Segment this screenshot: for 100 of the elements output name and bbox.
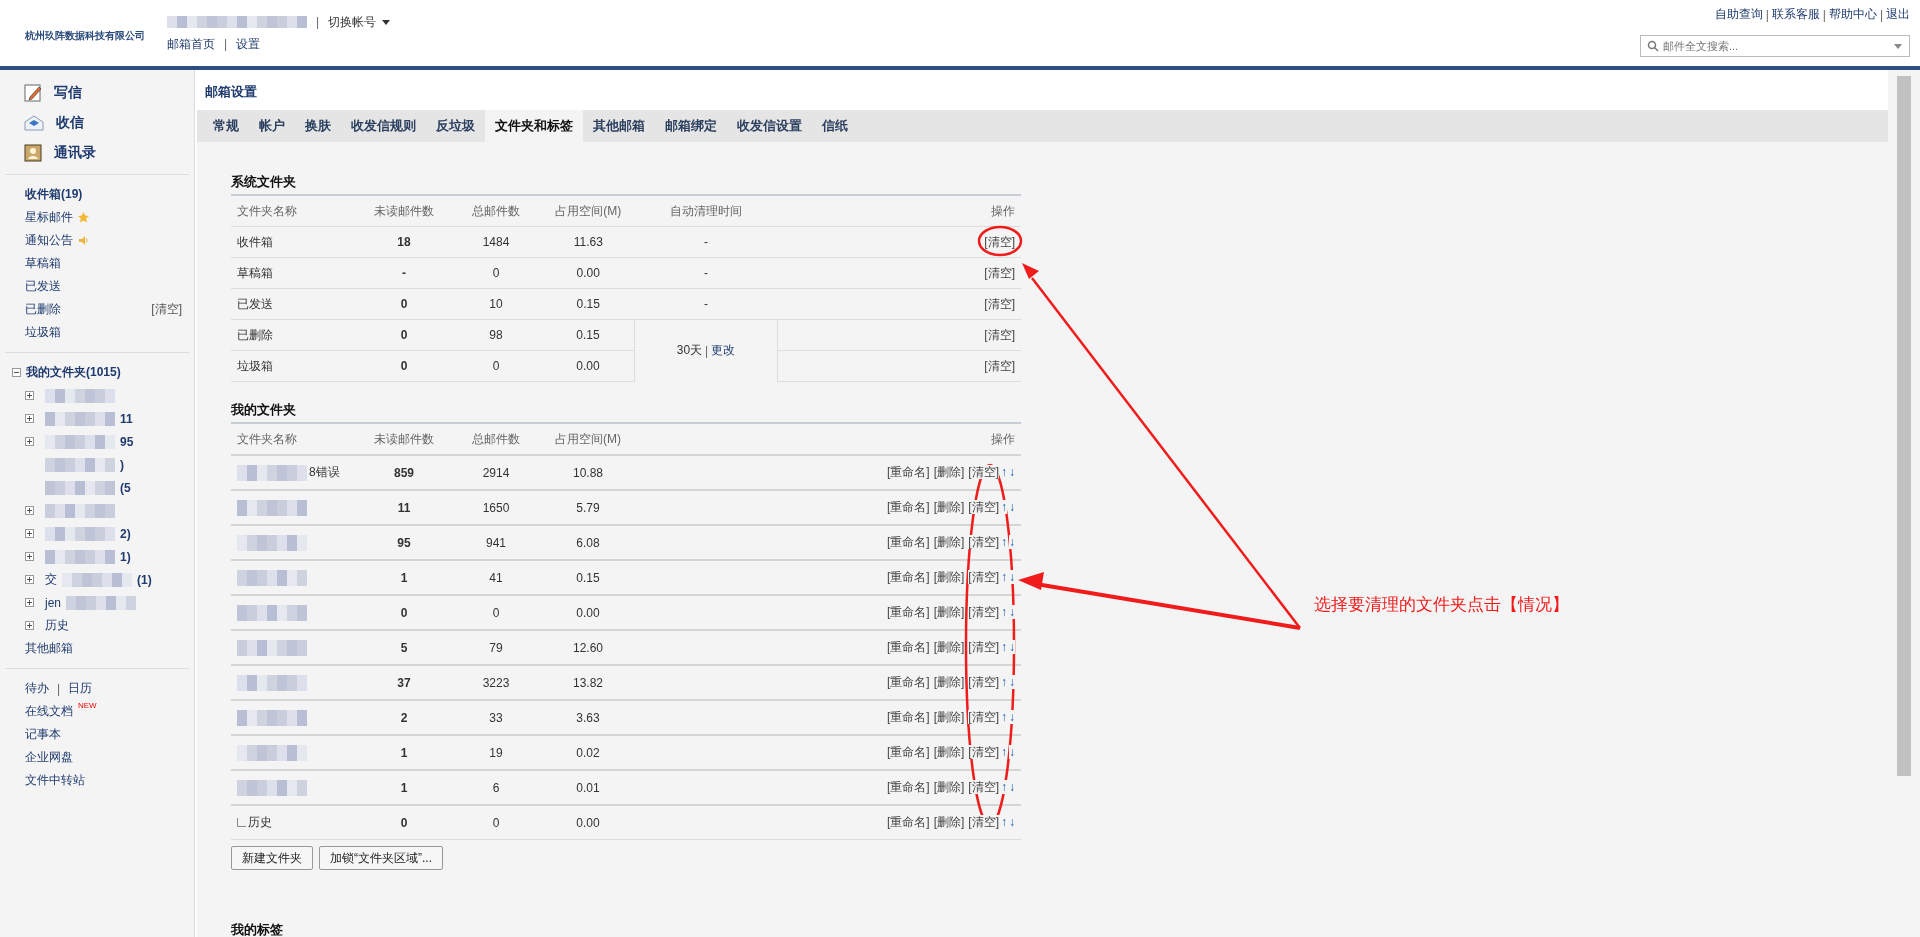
clear-link[interactable]: [清空]: [984, 327, 1015, 342]
action-link[interactable]: [重命名]: [887, 745, 930, 759]
settings-tab[interactable]: 换肤: [295, 110, 341, 142]
action-link[interactable]: [重命名]: [887, 780, 930, 794]
action-link[interactable]: [删除]: [933, 815, 965, 829]
top-link[interactable]: 自助查询: [1714, 6, 1763, 23]
action-link[interactable]: [清空]: [968, 535, 999, 549]
action-link[interactable]: [重命名]: [887, 500, 930, 514]
action-link[interactable]: [重命名]: [887, 465, 930, 479]
expand-icon[interactable]: [25, 552, 34, 561]
clear-link[interactable]: [清空]: [151, 301, 182, 318]
sidebar-action[interactable]: 收信: [24, 108, 194, 138]
action-link[interactable]: [删除]: [933, 465, 965, 479]
expand-icon[interactable]: [25, 506, 34, 515]
folder-link[interactable]: 星标邮件: [25, 209, 73, 226]
clear-link[interactable]: [清空]: [984, 358, 1015, 373]
expand-icon[interactable]: [25, 575, 34, 584]
settings-tab[interactable]: 帐户: [249, 110, 295, 142]
action-link[interactable]: [清空]: [968, 710, 999, 724]
company-logo[interactable]: 杭州玖阵数据科技有限公司: [25, 29, 145, 43]
action-link[interactable]: [清空]: [968, 815, 999, 829]
table-cell: 10: [450, 288, 542, 320]
action-link[interactable]: [清空]: [968, 500, 999, 514]
action-link[interactable]: [清空]: [968, 605, 999, 619]
action-link[interactable]: [删除]: [933, 745, 965, 759]
clear-link[interactable]: [清空]: [984, 296, 1015, 311]
top-link[interactable]: 帮助中心: [1828, 6, 1877, 23]
expand-icon[interactable]: [25, 621, 34, 630]
folder-link[interactable]: 交: [45, 571, 57, 588]
folder-link[interactable]: 收件箱(19): [25, 186, 83, 203]
action-link[interactable]: [重命名]: [887, 640, 930, 654]
folder-link[interactable]: 草稿箱: [25, 255, 61, 272]
action-link[interactable]: [删除]: [933, 535, 965, 549]
tool-link[interactable]: 日历: [68, 680, 93, 697]
settings-tab[interactable]: 收发信设置: [727, 110, 812, 142]
action-link[interactable]: [重命名]: [887, 605, 930, 619]
table-cell: 0.00: [542, 805, 634, 840]
action-link[interactable]: [重命名]: [887, 570, 930, 584]
action-link[interactable]: [删除]: [933, 710, 965, 724]
tool-link[interactable]: 企业网盘: [25, 749, 73, 766]
action-link[interactable]: [清空]: [968, 745, 999, 759]
folder-link[interactable]: 历史: [45, 617, 69, 634]
folder-link[interactable]: 其他邮箱: [25, 640, 73, 657]
tool-link[interactable]: 记事本: [25, 726, 61, 743]
folder-button[interactable]: 加锁“文件夹区域”...: [319, 846, 443, 870]
folder-link[interactable]: jen: [45, 595, 61, 610]
action-link[interactable]: [重命名]: [887, 710, 930, 724]
folder-link[interactable]: 我的文件夹(1015): [26, 364, 121, 381]
settings-tab[interactable]: 信纸: [812, 110, 858, 142]
tool-link[interactable]: 在线文档: [25, 703, 73, 720]
tool-link[interactable]: 待办: [25, 680, 49, 697]
settings-tab[interactable]: 常规: [203, 110, 249, 142]
action-link[interactable]: [清空]: [968, 780, 999, 794]
action-link[interactable]: [清空]: [968, 675, 999, 689]
action-link[interactable]: [重命名]: [887, 675, 930, 689]
action-link[interactable]: [清空]: [968, 570, 999, 584]
expand-icon[interactable]: [25, 414, 34, 423]
switch-account-link[interactable]: 切换帐号: [328, 13, 377, 31]
nav-link[interactable]: 设置: [236, 35, 261, 53]
action-link[interactable]: [删除]: [933, 500, 965, 514]
collapse-icon[interactable]: [12, 368, 21, 377]
folder-link[interactable]: 已发送: [25, 278, 61, 295]
action-link[interactable]: [删除]: [933, 780, 965, 794]
action-link[interactable]: [清空]: [968, 465, 999, 479]
column-header: 占用空间(M): [542, 195, 635, 227]
star-icon: [78, 212, 89, 223]
scrollbar[interactable]: [1888, 70, 1920, 937]
action-link[interactable]: [删除]: [933, 570, 965, 584]
clear-link[interactable]: [清空]: [984, 234, 1015, 249]
clear-link[interactable]: [清空]: [984, 265, 1015, 280]
search-field[interactable]: 邮件全文搜索...: [1640, 35, 1910, 57]
folder-link[interactable]: 已删除: [25, 301, 61, 318]
settings-tab[interactable]: 邮箱绑定: [655, 110, 727, 142]
expand-icon[interactable]: [25, 529, 34, 538]
folder-link[interactable]: 通知公告: [25, 232, 73, 249]
expand-icon[interactable]: [25, 598, 34, 607]
action-link[interactable]: [重命名]: [887, 535, 930, 549]
folder-link[interactable]: 垃圾箱: [25, 324, 61, 341]
table-cell: 0: [358, 595, 450, 630]
nav-link[interactable]: 邮箱首页: [167, 35, 215, 53]
top-link[interactable]: 退出: [1886, 6, 1910, 23]
change-link[interactable]: 更改: [711, 342, 736, 360]
sidebar-action[interactable]: 写信: [24, 78, 194, 108]
table-cell: 0: [450, 805, 542, 840]
settings-tab[interactable]: 收发信规则: [341, 110, 426, 142]
settings-tab[interactable]: 反垃圾: [426, 110, 485, 142]
action-link[interactable]: [删除]: [933, 640, 965, 654]
action-link[interactable]: [重命名]: [887, 815, 930, 829]
auto-clean-days: 30天: [676, 342, 703, 360]
top-link[interactable]: 联系客服: [1771, 6, 1820, 23]
folder-button[interactable]: 新建文件夹: [231, 846, 313, 870]
expand-icon[interactable]: [25, 437, 34, 446]
tool-link[interactable]: 文件中转站: [25, 772, 85, 789]
action-link[interactable]: [删除]: [933, 605, 965, 619]
settings-tab[interactable]: 文件夹和标签: [485, 110, 583, 142]
expand-icon[interactable]: [25, 391, 34, 400]
settings-tab[interactable]: 其他邮箱: [583, 110, 655, 142]
sidebar-action[interactable]: 通讯录: [24, 138, 194, 168]
action-link[interactable]: [清空]: [968, 640, 999, 654]
action-link[interactable]: [删除]: [933, 675, 965, 689]
